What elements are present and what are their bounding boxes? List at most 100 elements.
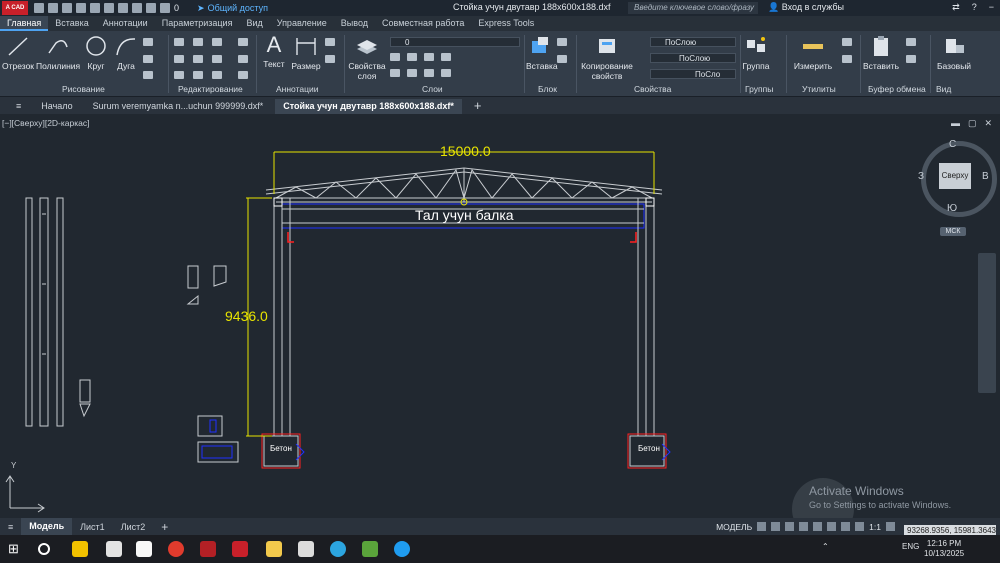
group-tool[interactable]: Группа bbox=[742, 35, 770, 71]
properties-panel-label[interactable]: Свойства bbox=[634, 84, 671, 94]
tab-collaborate[interactable]: Совместная работа bbox=[375, 16, 471, 31]
rotate-icon[interactable] bbox=[193, 38, 203, 46]
edge-icon[interactable] bbox=[394, 541, 410, 557]
plate-part[interactable] bbox=[79, 403, 91, 418]
windows-start-icon[interactable]: ⊞ bbox=[8, 541, 24, 557]
model-space-toggle[interactable]: МОДЕЛЬ bbox=[716, 522, 752, 532]
telegram-icon[interactable] bbox=[330, 541, 346, 557]
dimension-height[interactable]: 9436.0 bbox=[225, 308, 268, 324]
tab-output[interactable]: Вывод bbox=[334, 16, 375, 31]
groups-panel-label[interactable]: Группы bbox=[745, 84, 773, 94]
snap-icon[interactable] bbox=[771, 522, 781, 531]
annotation-panel-label[interactable]: Аннотации bbox=[276, 84, 319, 94]
utility-icon[interactable] bbox=[842, 38, 852, 46]
menu-icon[interactable]: ≡ bbox=[8, 99, 29, 114]
layer-tool-icon[interactable] bbox=[424, 53, 434, 61]
store-icon[interactable] bbox=[106, 541, 122, 557]
viewcube-face[interactable]: Сверху bbox=[939, 163, 971, 189]
layer-tool-icon[interactable] bbox=[441, 69, 451, 77]
stretch-icon[interactable] bbox=[174, 71, 184, 79]
layers-panel-label[interactable]: Слои bbox=[422, 84, 443, 94]
otrack-icon[interactable] bbox=[827, 522, 837, 531]
block-panel-label[interactable]: Блок bbox=[538, 84, 557, 94]
rectangle-icon[interactable] bbox=[143, 38, 153, 46]
polar-icon[interactable] bbox=[799, 522, 809, 531]
tab-insert[interactable]: Вставка bbox=[48, 16, 95, 31]
clock[interactable]: 12:16 PM 10/13/2025 bbox=[924, 539, 964, 559]
text-tool[interactable]: A Текст bbox=[260, 33, 288, 70]
layer-tool-icon[interactable] bbox=[407, 53, 417, 61]
right-base-label[interactable]: Бетон bbox=[638, 444, 660, 453]
calculator-app-icon[interactable] bbox=[298, 541, 314, 557]
arc-tool[interactable]: Дуга bbox=[112, 35, 140, 71]
osnap-icon[interactable] bbox=[813, 522, 823, 531]
login-button[interactable]: 👤 Вход в службы bbox=[768, 2, 844, 13]
column-profile-part[interactable] bbox=[25, 197, 33, 427]
linetype-dropdown[interactable]: ПоСлою bbox=[650, 53, 736, 63]
copy-icon[interactable] bbox=[174, 55, 184, 63]
layer-properties-tool[interactable]: Свойства слоя bbox=[348, 35, 386, 81]
modify-panel-label[interactable]: Редактирование bbox=[178, 84, 243, 94]
tab-file-2[interactable]: Стойка учун двутавр 188x600x188.dxf* bbox=[275, 99, 462, 114]
lineweight-icon[interactable] bbox=[841, 522, 851, 531]
layer-tool-icon[interactable] bbox=[390, 69, 400, 77]
mirror-icon[interactable] bbox=[193, 55, 203, 63]
insert-block-tool[interactable]: Вставка bbox=[526, 35, 558, 71]
hatch-icon[interactable] bbox=[143, 55, 153, 63]
edit-block-icon[interactable] bbox=[557, 55, 567, 63]
line-tool[interactable]: Отрезок bbox=[2, 35, 34, 71]
save-as-icon[interactable] bbox=[76, 3, 86, 13]
layer-tool-icon[interactable] bbox=[441, 53, 451, 61]
add-layout-button[interactable]: + bbox=[153, 520, 176, 534]
tab-sheet-2[interactable]: Лист2 bbox=[113, 522, 154, 532]
utilities-panel-label[interactable]: Утилиты bbox=[802, 84, 836, 94]
plate-part[interactable] bbox=[186, 294, 199, 305]
lineweight-dropdown[interactable]: ПоСло bbox=[650, 69, 736, 79]
bag-icon[interactable] bbox=[136, 541, 152, 557]
share-button[interactable]: ➤ Общий доступ bbox=[197, 3, 268, 14]
tab-express-tools[interactable]: Express Tools bbox=[471, 16, 541, 31]
table-icon[interactable] bbox=[325, 55, 335, 63]
left-base-label[interactable]: Бетон bbox=[270, 444, 292, 453]
color-dropdown[interactable]: ПоСлою bbox=[650, 37, 736, 47]
layout-menu-icon[interactable]: ≡ bbox=[0, 522, 21, 532]
open-file-icon[interactable] bbox=[48, 3, 58, 13]
annotation-scale[interactable]: 1:1 bbox=[869, 522, 881, 532]
bracket-part[interactable] bbox=[79, 379, 91, 403]
autocad-icon[interactable] bbox=[200, 541, 216, 557]
trim-icon[interactable] bbox=[212, 38, 222, 46]
yandex-icon[interactable] bbox=[72, 541, 88, 557]
erase-icon[interactable] bbox=[238, 38, 248, 46]
ortho-icon[interactable] bbox=[785, 522, 795, 531]
layer-tool-icon[interactable] bbox=[424, 69, 434, 77]
autocad-active-icon[interactable] bbox=[232, 541, 248, 557]
fillet-icon[interactable] bbox=[212, 55, 222, 63]
base-view-tool[interactable]: Базовый bbox=[934, 35, 974, 71]
viewcube-east[interactable]: В bbox=[982, 171, 989, 182]
wcs-menu[interactable]: МСК bbox=[940, 227, 966, 236]
language-indicator[interactable]: ENG bbox=[902, 542, 919, 551]
layer-dropdown[interactable]: 0 bbox=[390, 37, 520, 47]
dimension-width[interactable]: 15000.0 bbox=[440, 143, 491, 159]
gradient-icon[interactable] bbox=[143, 71, 153, 79]
paste-tool[interactable]: Вставить bbox=[862, 35, 900, 71]
column-profile-part[interactable] bbox=[56, 197, 64, 427]
tab-manage[interactable]: Управление bbox=[270, 16, 334, 31]
navigation-bar[interactable] bbox=[978, 253, 996, 393]
measure-tool[interactable]: Измерить bbox=[790, 35, 836, 71]
tray-expand-icon[interactable]: ⌃ bbox=[822, 542, 829, 551]
help-icon[interactable]: ? bbox=[972, 2, 977, 13]
offset-icon[interactable] bbox=[238, 71, 248, 79]
beam-label[interactable]: Тал учун балка bbox=[415, 207, 514, 223]
scale-icon[interactable] bbox=[193, 71, 203, 79]
viewcube-south[interactable]: Ю bbox=[947, 203, 957, 214]
file-explorer-icon[interactable] bbox=[266, 541, 282, 557]
dimension-tool[interactable]: Размер bbox=[290, 35, 322, 71]
plot-icon[interactable] bbox=[146, 3, 156, 13]
print-icon[interactable] bbox=[104, 3, 114, 13]
match-properties-tool[interactable]: Копирование свойств bbox=[580, 35, 634, 81]
tab-sheet-1[interactable]: Лист1 bbox=[72, 522, 113, 532]
polyline-tool[interactable]: Полилиния bbox=[36, 35, 80, 71]
new-tab-button[interactable]: + bbox=[466, 99, 490, 114]
tab-start[interactable]: Начало bbox=[33, 99, 80, 114]
